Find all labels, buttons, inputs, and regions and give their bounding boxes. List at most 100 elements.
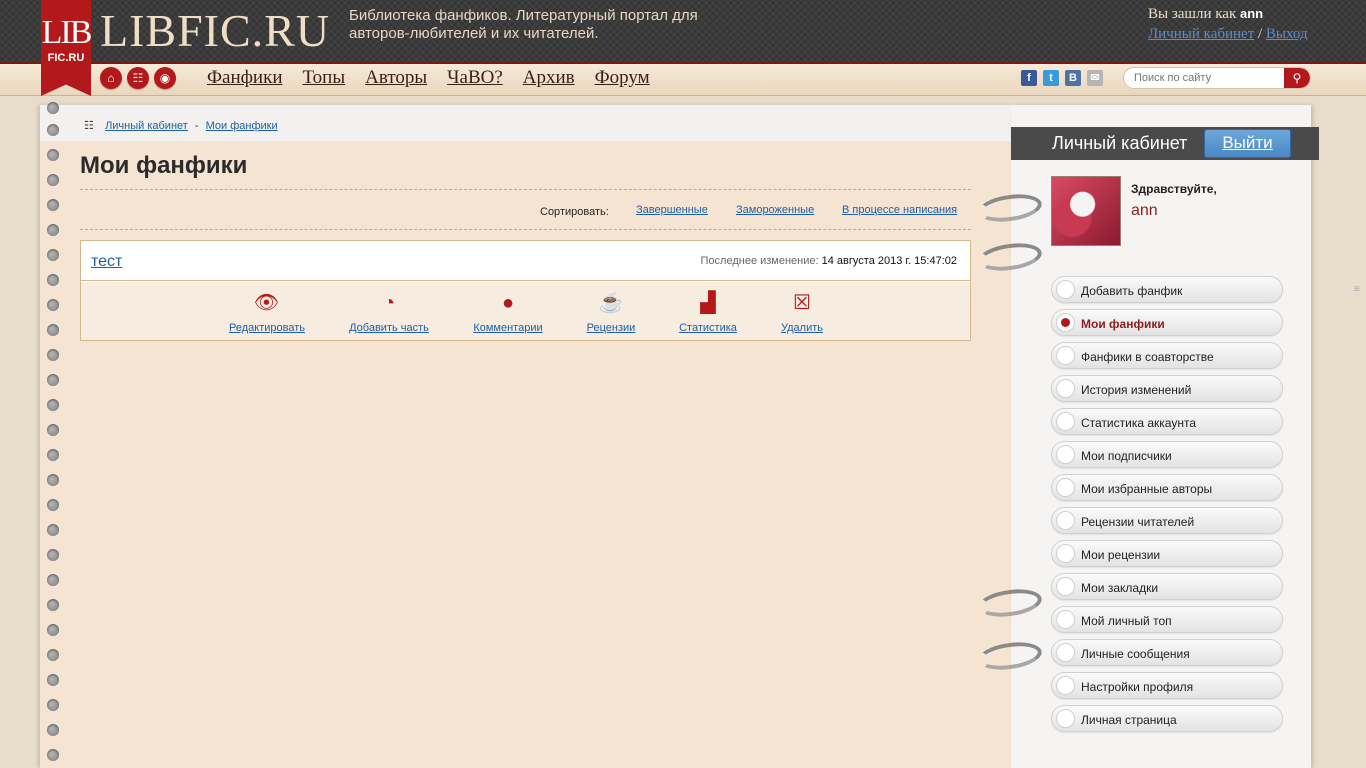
menu-item-reader-reviews[interactable]: Рецензии читателей <box>1051 507 1283 534</box>
radio-icon <box>1056 379 1075 398</box>
sort-frozen-link[interactable]: Замороженные <box>736 204 814 216</box>
notebook-hole <box>47 449 59 461</box>
menu-item-label: Мои фанфики <box>1081 317 1165 331</box>
nav-item-archive[interactable]: Архив <box>523 67 575 89</box>
radio-icon <box>1056 709 1075 728</box>
nav-item-tops[interactable]: Топы <box>303 67 346 89</box>
menu-item-label: Личные сообщения <box>1081 647 1190 661</box>
cabinet-link[interactable]: Личный кабинет <box>1148 26 1254 42</box>
menu-item-label: Статистика аккаунта <box>1081 416 1196 430</box>
logged-in-prefix: Вы зашли как <box>1148 6 1237 22</box>
logout-link[interactable]: Выход <box>1266 26 1308 42</box>
menu-item-label: Добавить фанфик <box>1081 284 1183 298</box>
delete-label: Удалить <box>781 322 823 334</box>
add-part-button[interactable]: ◔ Добавить часть <box>349 291 429 336</box>
nav-item-fanfics[interactable]: Фанфики <box>207 67 283 89</box>
menu-item-my-fanfics[interactable]: Мои фанфики <box>1051 309 1283 336</box>
notebook-hole <box>47 324 59 336</box>
sitemap-icon[interactable]: ☷ <box>127 67 149 89</box>
search-input[interactable] <box>1124 68 1284 88</box>
sort-completed-link[interactable]: Завершенные <box>636 204 708 216</box>
sidebar-username[interactable]: ann <box>1131 202 1158 220</box>
add-part-label: Добавить часть <box>349 322 429 334</box>
menu-item-add-fanfic[interactable]: Добавить фанфик <box>1051 276 1283 303</box>
fanfic-title-link[interactable]: тест <box>91 253 122 271</box>
menu-item-coauthored[interactable]: Фанфики в соавторстве <box>1051 342 1283 369</box>
notebook-hole <box>47 149 59 161</box>
breadcrumb-separator: - <box>194 120 199 132</box>
radio-icon <box>1056 511 1075 530</box>
radio-icon <box>1056 412 1075 431</box>
notebook-hole <box>47 724 59 736</box>
logo-fic-text: FIC.RU <box>47 52 85 64</box>
search-icon[interactable]: ⚲ <box>1284 68 1310 88</box>
menu-item-personal-page[interactable]: Личная страница <box>1051 705 1283 732</box>
statistics-label: Статистика <box>679 322 737 334</box>
facebook-icon[interactable]: f <box>1021 70 1037 86</box>
statistics-button[interactable]: ▟ Статистика <box>678 291 738 336</box>
delete-button[interactable]: ☒ Удалить <box>780 291 824 336</box>
menu-item-subscribers[interactable]: Мои подписчики <box>1051 441 1283 468</box>
home-icon[interactable]: ⌂ <box>100 67 122 89</box>
account-panel-title: Личный кабинет <box>1052 133 1188 153</box>
page-scrollbar[interactable]: ≡ <box>1350 0 1366 768</box>
nav-item-authors[interactable]: Авторы <box>365 67 427 89</box>
pie-chart-icon: ◔ <box>382 292 396 314</box>
breadcrumb-cabinet[interactable]: Личный кабинет <box>105 120 188 132</box>
menu-item-my-reviews[interactable]: Мои рецензии <box>1051 540 1283 567</box>
sitemap-icon: ☷ <box>84 120 94 132</box>
divider <box>80 189 971 190</box>
email-icon[interactable]: ✉ <box>1087 70 1103 86</box>
logout-button[interactable]: Выйти <box>1204 129 1291 158</box>
notebook-hole <box>47 699 59 711</box>
site-logo[interactable]: LIB FIC.RU <box>41 0 91 96</box>
notebook-hole <box>47 424 59 436</box>
sort-label: Сортировать: <box>540 206 609 218</box>
site-name[interactable]: LIBFIC.RU <box>100 4 330 57</box>
nav-item-forum[interactable]: Форум <box>595 67 650 89</box>
radio-icon <box>1056 643 1075 662</box>
edit-button[interactable]: 👁 Редактировать <box>229 291 305 336</box>
menu-item-bookmarks[interactable]: Мои закладки <box>1051 573 1283 600</box>
fanfic-modified-value: 14 августа 2013 г. 15:47:02 <box>821 255 957 267</box>
menu-item-messages[interactable]: Личные сообщения <box>1051 639 1283 666</box>
radio-icon <box>1056 478 1075 497</box>
edit-label: Редактировать <box>229 322 305 334</box>
notebook-hole <box>47 649 59 661</box>
menu-item-label: Мои избранные авторы <box>1081 482 1213 496</box>
menu-item-personal-top[interactable]: Мой личный топ <box>1051 606 1283 633</box>
menu-item-account-stats[interactable]: Статистика аккаунта <box>1051 408 1283 435</box>
rss-icon[interactable]: ◉ <box>154 67 176 89</box>
fanfic-modified-label: Последнее изменение: <box>700 255 819 267</box>
radio-icon <box>1056 544 1075 563</box>
search-box: ⚲ <box>1123 67 1311 89</box>
breadcrumb-my-fanfics[interactable]: Мои фанфики <box>206 120 278 132</box>
menu-item-history[interactable]: История изменений <box>1051 375 1283 402</box>
comments-label: Комментарии <box>473 322 543 334</box>
menu-item-favorite-authors[interactable]: Мои избранные авторы <box>1051 474 1283 501</box>
notebook-holes <box>47 102 59 768</box>
comments-button[interactable]: ● Комментарии <box>473 291 543 336</box>
notebook-hole <box>47 299 59 311</box>
fanfic-actions: 👁 Редактировать ◔ Добавить часть ● Комме… <box>81 282 970 340</box>
notebook-hole <box>47 674 59 686</box>
login-separator: / <box>1258 26 1263 42</box>
nav-item-faq[interactable]: ЧаВО? <box>447 67 503 89</box>
menu-item-label: Мои подписчики <box>1081 449 1172 463</box>
main-nav: Фанфики Топы Авторы ЧаВО? Архив Форум <box>207 67 650 89</box>
notebook-hole <box>47 199 59 211</box>
notebook-hole <box>47 549 59 561</box>
radio-icon <box>1056 676 1075 695</box>
vkontakte-icon[interactable]: В <box>1065 70 1081 86</box>
menu-item-profile-settings[interactable]: Настройки профиля <box>1051 672 1283 699</box>
twitter-icon[interactable]: t <box>1043 70 1059 86</box>
notebook-hole <box>47 249 59 261</box>
radio-icon <box>1056 346 1075 365</box>
reviews-button[interactable]: ☕ Рецензии <box>586 291 636 336</box>
sort-in-progress-link[interactable]: В процессе написания <box>842 204 957 216</box>
menu-item-label: Фанфики в соавторстве <box>1081 350 1214 364</box>
avatar[interactable] <box>1051 176 1121 246</box>
fanfic-card: тест Последнее изменение: 14 августа 201… <box>80 240 971 341</box>
divider <box>80 229 971 230</box>
greeting: Здравствуйте, <box>1131 182 1217 196</box>
